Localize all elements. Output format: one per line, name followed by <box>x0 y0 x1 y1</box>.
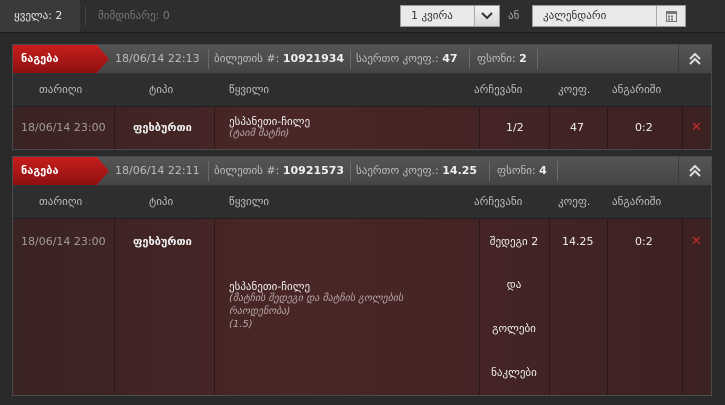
tab-pending-label: მიმდინარე: 0 <box>98 9 170 22</box>
column-divider <box>479 107 480 149</box>
col-choice: არჩევანი <box>474 83 523 96</box>
col-type: ტიპი <box>149 83 174 96</box>
table-row: 18/06/14 23:00 ფეხბურთი ესპანეთი-ჩილე (მ… <box>13 219 711 395</box>
column-divider <box>607 219 608 395</box>
col-choice: არჩევანი <box>474 195 523 208</box>
column-divider <box>607 107 608 149</box>
row-score: 0:2 <box>635 121 653 134</box>
tab-all-label: ყველა: 2 <box>14 9 63 22</box>
ticket-value: 10921573 <box>282 164 345 177</box>
ticket-label: ბილეთის #: <box>214 52 280 65</box>
header-divider <box>208 49 209 69</box>
row-choice-line: შედეგი 2 <box>489 235 539 248</box>
header-divider <box>350 49 351 69</box>
row-type: ფეხბურთი <box>133 235 192 248</box>
close-icon[interactable]: ✕ <box>691 234 702 249</box>
column-divider <box>549 107 550 149</box>
col-score: ანგარიში <box>612 195 662 208</box>
row-event: ესპანეთი-ჩილე <box>229 115 311 128</box>
status-badge-label: ნაგება <box>21 164 59 177</box>
stake-label: ფსონი: <box>477 52 516 65</box>
header-divider <box>537 49 538 69</box>
col-date: თარიღი <box>39 83 83 96</box>
calendar-field-placeholder: კალენდარი <box>543 9 607 22</box>
status-badge: ნაგება <box>13 157 109 185</box>
col-event: წყვილი <box>229 83 270 96</box>
calendar-field[interactable]: კალენდარი <box>532 5 686 27</box>
col-coef: კოეფ. <box>558 83 591 96</box>
total-odds: საერთო კოეფ.: 14.25 <box>356 157 477 185</box>
column-divider <box>114 107 115 149</box>
column-divider <box>114 219 115 395</box>
col-score: ანგარიში <box>612 83 662 96</box>
chevron-down-icon[interactable] <box>474 6 499 26</box>
column-divider <box>214 107 215 149</box>
tab-divider <box>85 6 86 26</box>
row-choice-line: და <box>506 278 522 291</box>
column-divider <box>549 219 550 395</box>
calendar-icon[interactable] <box>656 6 685 26</box>
row-market-line: (1.5) <box>229 319 253 330</box>
close-icon[interactable]: ✕ <box>691 120 702 135</box>
total-odds: საერთო კოეფ.: 47 <box>356 45 458 73</box>
period-select-value: 1 კვირა <box>411 9 453 22</box>
filter-bar: ყველა: 2 მიმდინარე: 0 1 კვირა ან კალენდა… <box>0 0 725 33</box>
bet-panel: ნაგება 18/06/14 22:13 ბილეთის #: 1092193… <box>12 44 712 150</box>
row-market-line: რაოდენობა) <box>229 306 291 317</box>
stake-value: 4 <box>539 164 547 177</box>
status-badge: ნაგება <box>13 45 109 73</box>
col-coef: კოეფ. <box>558 195 591 208</box>
bet-datetime: 18/06/14 22:11 <box>115 164 200 177</box>
column-divider <box>682 219 683 395</box>
tab-pending[interactable]: მიმდინარე: 0 <box>88 0 170 32</box>
row-market: (ტაიმ მატჩი) <box>229 128 290 139</box>
header-divider <box>469 49 470 69</box>
column-header: თარიღი ტიპი წყვილი არჩევანი კოეფ. ანგარი… <box>13 74 711 107</box>
bet-header: ნაგება 18/06/14 22:11 ბილეთის #: 1092157… <box>13 157 711 186</box>
col-date: თარიღი <box>39 195 83 208</box>
header-divider <box>489 161 490 181</box>
stake: ფსონი: 4 <box>497 157 547 185</box>
row-date: 18/06/14 23:00 <box>21 121 106 134</box>
ticket-number: ბილეთის #: 10921934 <box>214 45 344 73</box>
row-coef: 47 <box>570 121 584 134</box>
col-type: ტიპი <box>149 195 174 208</box>
stake: ფსონი: 2 <box>477 45 527 73</box>
row-date: 18/06/14 23:00 <box>21 235 106 248</box>
ticket-number: ბილეთის #: 10921573 <box>214 157 344 185</box>
ticket-label: ბილეთის #: <box>214 164 280 177</box>
odds-value: 14.25 <box>442 164 478 177</box>
odds-value: 47 <box>442 52 458 65</box>
row-choice: 1/2 <box>506 121 524 134</box>
header-divider <box>208 161 209 181</box>
col-event: წყვილი <box>229 195 270 208</box>
row-coef: 14.25 <box>562 235 594 248</box>
odds-label: საერთო კოეფ.: <box>356 164 439 177</box>
row-market-line: (მატჩის შედეგი და მატჩის გოლების <box>229 293 404 304</box>
column-header: თარიღი ტიპი წყვილი არჩევანი კოეფ. ანგარი… <box>13 186 711 219</box>
row-choice-line: ნაკლები <box>491 366 537 379</box>
row-type: ფეხბურთი <box>133 121 192 134</box>
status-badge-label: ნაგება <box>21 52 59 65</box>
row-score: 0:2 <box>635 235 653 248</box>
bet-panel: ნაგება 18/06/14 22:11 ბილეთის #: 1092157… <box>12 156 712 396</box>
column-divider <box>682 107 683 149</box>
row-choice-line: გოლები <box>492 322 536 335</box>
odds-label: საერთო კოეფ.: <box>356 52 439 65</box>
table-row: 18/06/14 23:00 ფეხბურთი ესპანეთი-ჩილე (ტ… <box>13 107 711 149</box>
tab-all[interactable]: ყველა: 2 <box>0 0 86 32</box>
header-divider <box>350 161 351 181</box>
period-select[interactable]: 1 კვირა <box>400 5 500 27</box>
stake-label: ფსონი: <box>497 164 536 177</box>
bet-datetime: 18/06/14 22:13 <box>115 52 200 65</box>
double-chevron-up-icon[interactable] <box>678 157 711 185</box>
double-chevron-up-icon[interactable] <box>678 45 711 73</box>
row-event: ესპანეთი-ჩილე <box>229 280 311 293</box>
bet-header: ნაგება 18/06/14 22:13 ბილეთის #: 1092193… <box>13 45 711 74</box>
ticket-value: 10921934 <box>282 52 345 65</box>
column-divider <box>214 219 215 395</box>
header-divider <box>557 161 558 181</box>
stake-value: 2 <box>519 52 527 65</box>
or-label: ან <box>508 9 520 22</box>
